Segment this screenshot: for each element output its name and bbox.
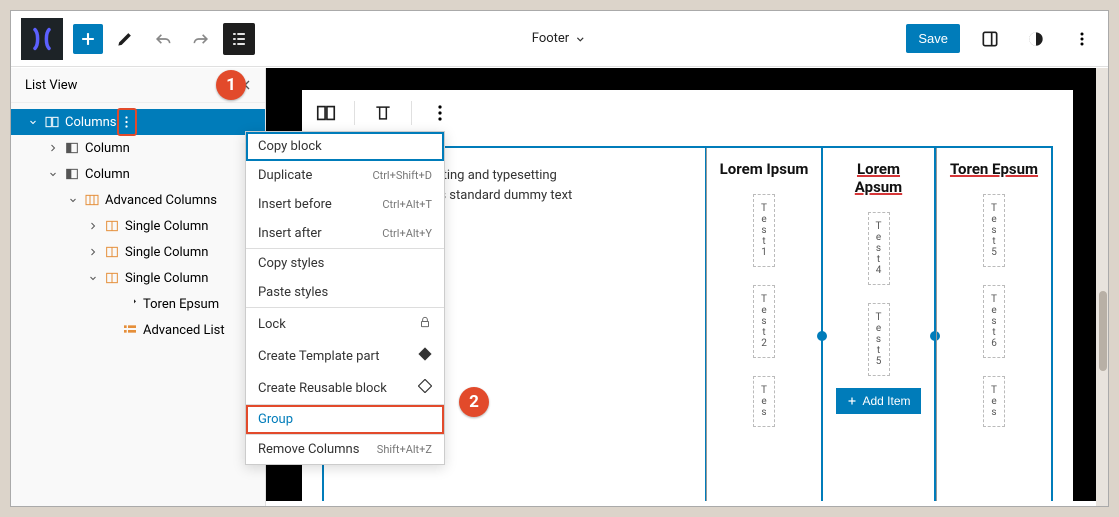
scrollbar-thumb[interactable] xyxy=(1099,291,1107,371)
single-column-icon xyxy=(103,243,121,261)
single-column-icon xyxy=(103,217,121,235)
styles-button[interactable] xyxy=(1020,23,1052,55)
tree-label: Single Column xyxy=(125,219,208,234)
block-more-button[interactable] xyxy=(426,99,454,127)
top-toolbar: Footer Save xyxy=(11,11,1108,67)
callout-1: 1 xyxy=(216,70,246,100)
tree-single-1[interactable]: Single Column xyxy=(11,213,265,239)
list-item[interactable]: Test5 xyxy=(983,194,1005,267)
list-column-1[interactable]: Lorem Ipsum Test1 Test2 Tes xyxy=(706,148,821,501)
block-tree: Columns Column Column Advanced Columns xyxy=(11,103,265,373)
list-item[interactable]: Test5 xyxy=(868,303,890,376)
document-selector[interactable]: Footer xyxy=(532,31,587,46)
resize-handle[interactable] xyxy=(817,331,827,341)
settings-panel-button[interactable] xyxy=(974,23,1006,55)
tree-label: Column xyxy=(85,167,130,182)
scrollbar-track[interactable] xyxy=(1096,68,1108,506)
menu-insert-after[interactable]: Insert afterCtrl+Alt+Y xyxy=(246,219,444,248)
list-item[interactable]: Tes xyxy=(983,376,1005,427)
chevron-down-icon[interactable] xyxy=(63,194,83,206)
menu-insert-before[interactable]: Insert beforeCtrl+Alt+T xyxy=(246,190,444,219)
chevron-right-icon[interactable] xyxy=(43,142,63,154)
reusable-block-icon xyxy=(418,379,432,397)
list-item[interactable]: Test2 xyxy=(753,285,775,358)
column-heading: Lorem Apsum xyxy=(833,160,924,196)
app-logo[interactable] xyxy=(21,18,63,60)
list-view-panel: List View Columns Column Column xyxy=(11,68,266,506)
block-toolbar xyxy=(302,90,1073,136)
align-button[interactable] xyxy=(369,99,397,127)
separator xyxy=(411,101,412,125)
add-item-button[interactable]: Add Item xyxy=(836,388,920,414)
list-column-2[interactable]: Lorem Apsum Test4 Test5 Add Item xyxy=(821,148,936,501)
tree-heading[interactable]: Toren Epsum xyxy=(11,291,265,317)
tree-single-3[interactable]: Single Column xyxy=(11,265,265,291)
redo-button[interactable] xyxy=(185,23,217,55)
tree-label: Advanced Columns xyxy=(105,193,217,208)
add-item-label: Add Item xyxy=(862,394,910,408)
panel-title: List View xyxy=(25,78,77,93)
tree-label: Single Column xyxy=(125,271,208,286)
menu-template-part[interactable]: Create Template part xyxy=(246,340,444,372)
tree-column-b[interactable]: Column xyxy=(11,161,265,187)
chevron-down-icon[interactable] xyxy=(83,272,103,284)
more-options-button[interactable] xyxy=(1066,23,1098,55)
row-options-button[interactable] xyxy=(119,111,135,133)
menu-copy-block[interactable]: Copy block xyxy=(246,132,444,161)
tree-label: Single Column xyxy=(125,245,208,260)
tree-label: Advanced List xyxy=(143,323,225,338)
add-block-button[interactable] xyxy=(73,24,103,54)
chevron-right-icon[interactable] xyxy=(83,220,103,232)
tree-label: Columns xyxy=(65,115,117,130)
advanced-list-icon xyxy=(121,321,139,339)
lock-icon xyxy=(418,315,432,333)
columns-icon xyxy=(43,113,61,131)
tree-column-a[interactable]: Column xyxy=(11,135,265,161)
template-part-icon xyxy=(418,347,432,365)
save-button[interactable]: Save xyxy=(906,24,960,53)
menu-lock[interactable]: Lock xyxy=(246,308,444,340)
tree-columns[interactable]: Columns xyxy=(11,109,265,135)
list-item[interactable]: Tes xyxy=(753,376,775,427)
list-item[interactable]: Test1 xyxy=(753,194,775,267)
separator xyxy=(354,101,355,125)
chevron-right-icon[interactable] xyxy=(83,246,103,258)
column-icon xyxy=(63,139,81,157)
block-context-menu: Copy block DuplicateCtrl+Shift+D Insert … xyxy=(245,131,445,465)
document-name: Footer xyxy=(532,31,569,46)
tree-label: Column xyxy=(85,141,130,156)
list-column-3[interactable]: Toren Epsum Test5 Test6 Tes xyxy=(936,148,1051,501)
single-column-icon xyxy=(103,269,121,287)
tree-adv-columns[interactable]: Advanced Columns xyxy=(11,187,265,213)
list-item[interactable]: Test6 xyxy=(983,285,1005,358)
tree-label: Toren Epsum xyxy=(143,297,219,312)
undo-button[interactable] xyxy=(147,23,179,55)
list-view-button[interactable] xyxy=(223,23,255,55)
menu-remove[interactable]: Remove ColumnsShift+Alt+Z xyxy=(246,435,444,464)
column-heading: Toren Epsum xyxy=(950,160,1038,178)
column-heading: Lorem Ipsum xyxy=(720,160,809,178)
block-type-icon[interactable] xyxy=(312,99,340,127)
menu-duplicate[interactable]: DuplicateCtrl+Shift+D xyxy=(246,161,444,190)
column-icon xyxy=(63,165,81,183)
edit-tool-button[interactable] xyxy=(109,23,141,55)
menu-paste-styles[interactable]: Paste styles xyxy=(246,278,444,307)
menu-group[interactable]: Group xyxy=(246,405,444,434)
callout-2: 2 xyxy=(459,387,489,417)
chevron-down-icon[interactable] xyxy=(43,168,63,180)
advanced-columns-icon xyxy=(83,191,101,209)
chevron-down-icon[interactable] xyxy=(23,116,43,128)
menu-reusable-block[interactable]: Create Reusable block xyxy=(246,372,444,404)
tree-single-2[interactable]: Single Column xyxy=(11,239,265,265)
heading-icon xyxy=(121,295,139,313)
tree-advanced-list[interactable]: Advanced List xyxy=(11,317,265,343)
menu-copy-styles[interactable]: Copy styles xyxy=(246,249,444,278)
list-item[interactable]: Test4 xyxy=(868,212,890,285)
